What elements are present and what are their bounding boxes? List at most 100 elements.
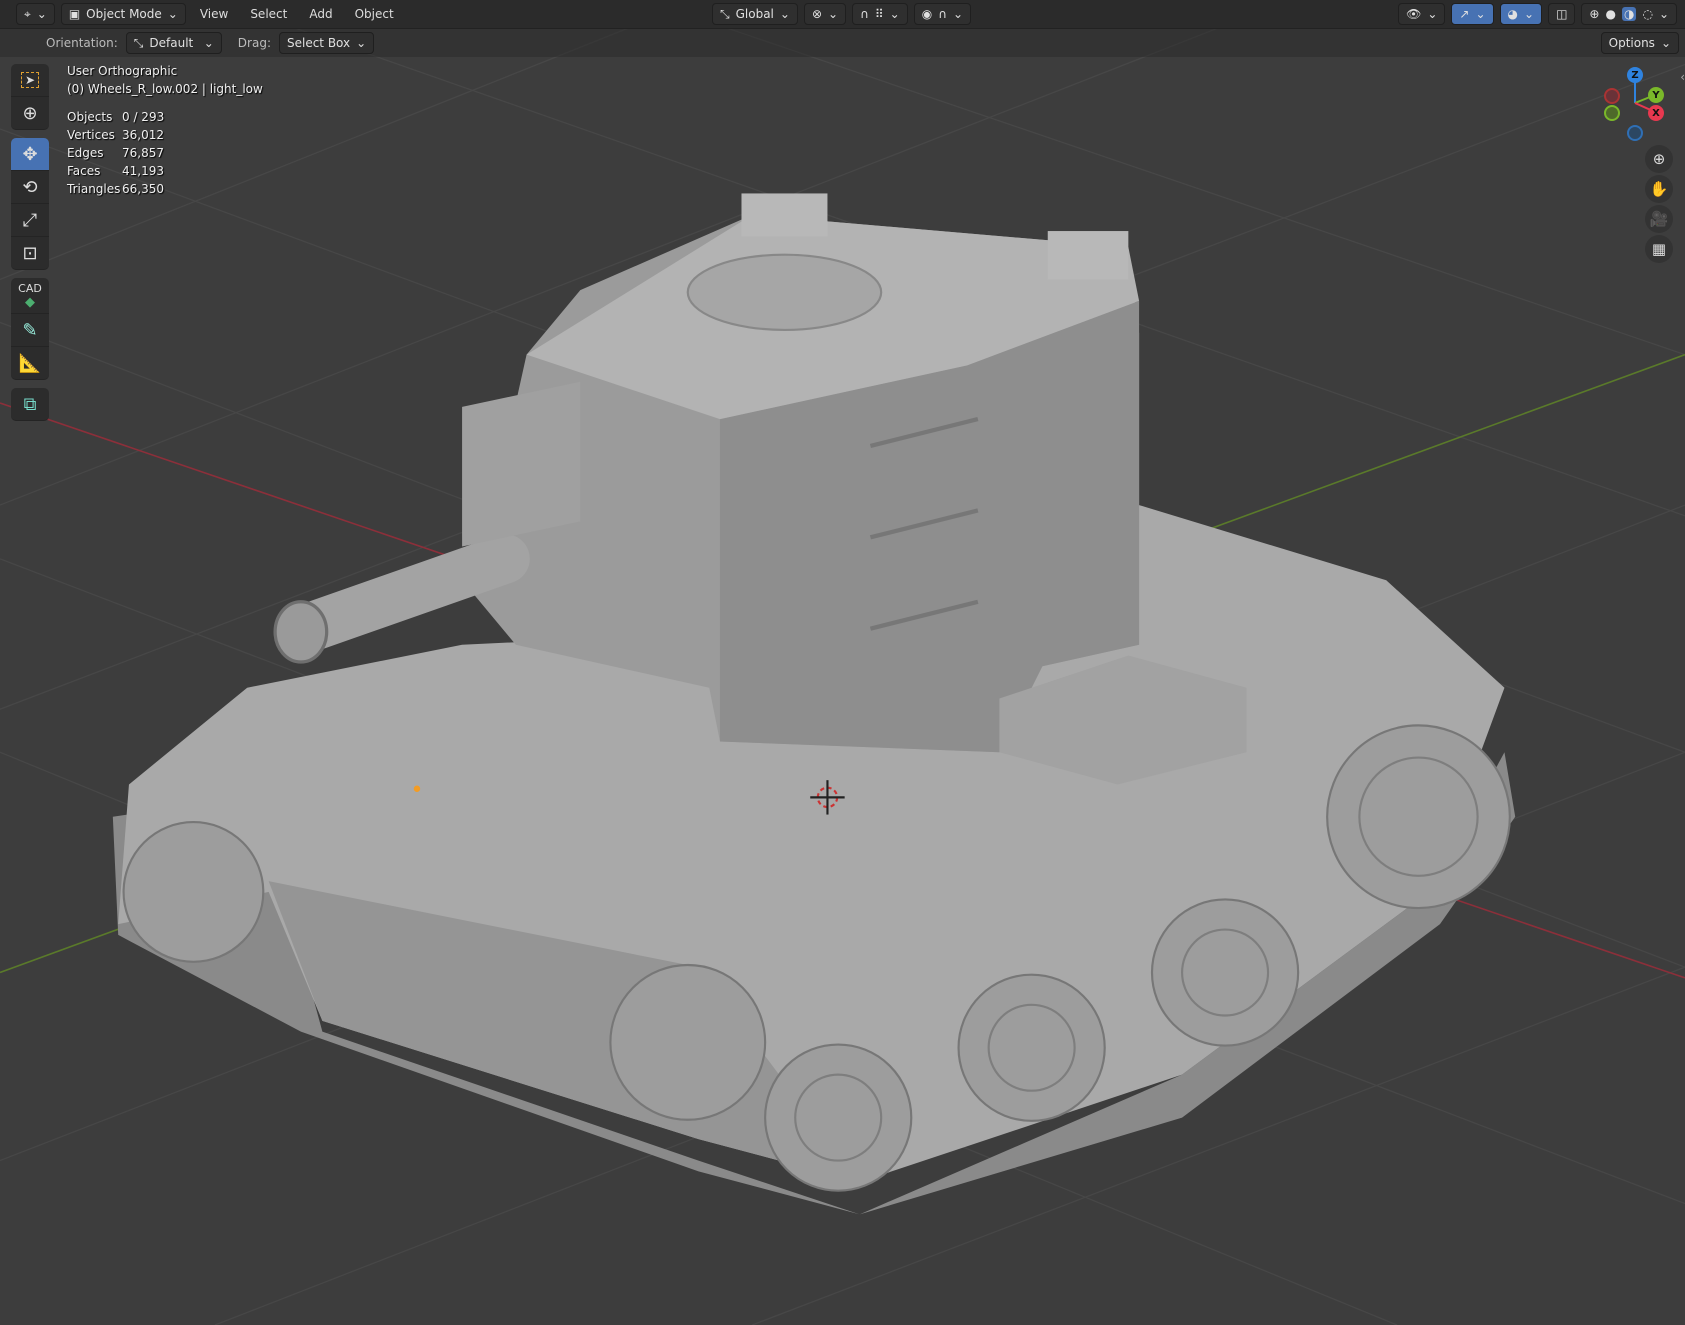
stat-label: Objects [67,110,113,124]
tool-scale[interactable]: ⤢ [11,204,49,237]
stat-label: Triangles [67,182,121,196]
camera-view-button[interactable]: 🎥 [1645,205,1673,233]
select-box-icon: ➤ [20,72,40,88]
ortho-toggle-button[interactable]: ▦ [1645,235,1673,263]
viewport-info-overlay: User Orthographic (0) Wheels_R_low.002 |… [67,62,263,198]
viewport-header: ⌖ ⌄ ▣ Object Mode ⌄ View Select Add Object … [0,0,1685,29]
xray-toggle[interactable]: ◫ [1548,3,1576,25]
orientation-dropdown[interactable]: ⤡ Default ⌄ [125,32,222,54]
transform-orientation-dropdown[interactable]: ⤡ Global ⌄ [712,3,798,25]
stat-value: 66,350 [122,182,164,196]
object-mode-icon: ▣ [68,7,81,21]
mode-label: Object Mode [86,7,162,21]
sidebar-toggle-arrow[interactable]: ‹ [1680,70,1685,84]
proportional-icon: ◉ [921,7,933,21]
orientation-label: Orientation: [46,36,118,50]
rotate-icon: ⟲ [22,176,38,198]
orientation-icon: ⤡ [720,6,730,21]
view-name: User Orthographic [67,64,178,78]
tool-move[interactable]: ✥ [11,138,49,171]
navigation-gizmo[interactable]: Z Y X [1600,65,1670,145]
visibility-dropdown[interactable]: 👁 ⌄ [1398,3,1446,25]
stat-label: Edges [67,146,104,160]
gizmo-z-axis[interactable]: Z [1627,67,1643,83]
transform-icon: ⊡ [22,242,38,264]
drag-label: Drag: [237,36,271,50]
viewport-icon: ⌖ [24,6,31,21]
menu-view[interactable]: View [192,7,236,21]
move-icon: ✥ [22,143,38,165]
add-cube-icon: ⧉ [23,393,37,415]
drag-dropdown[interactable]: Select Box ⌄ [278,32,375,54]
hand-icon: ✋ [1649,180,1669,198]
orientation-dropdown-value: Default [149,36,194,50]
3d-viewport[interactable] [0,0,1685,1325]
snap-grid-icon: ⠿ [874,7,884,21]
stat-label: Vertices [67,128,115,142]
tool-annotate[interactable]: ✎ [11,314,49,347]
solid-shading-icon[interactable]: ● [1605,7,1615,21]
tool-select-box[interactable]: ➤ [11,64,49,97]
gizmo-y-axis[interactable]: Y [1648,87,1664,103]
magnet-icon: ∩ [860,7,869,21]
gizmo-icon: ↗ [1459,7,1470,21]
cursor-icon: ⊕ [22,102,38,124]
tool-rotate[interactable]: ⟲ [11,171,49,204]
drag-value: Select Box [286,36,351,50]
menu-select[interactable]: Select [242,7,295,21]
toolbar: ➤ ⊕ ✥ ⟲ ⤢ ⊡ CAD ◆ ✎ 📐 ⧉ [11,64,49,429]
stat-value: 41,193 [122,164,164,178]
zoom-view-button[interactable]: ⊕ [1645,145,1673,173]
gizmo-neg-y-axis[interactable] [1604,105,1620,121]
options-label: Options [1608,36,1655,50]
options-dropdown[interactable]: Options ⌄ [1600,32,1679,54]
pivot-point-dropdown[interactable]: ⊗ ⌄ [803,3,847,25]
wireframe-shading-icon[interactable]: ⊕ [1589,7,1599,21]
material-shading-icon[interactable]: ◑ [1621,7,1637,21]
orientation-value: Global [735,7,774,21]
tool-cursor[interactable]: ⊕ [11,97,49,130]
stat-value: 76,857 [122,146,164,160]
gizmo-neg-x-axis[interactable] [1604,88,1620,104]
cad-label: CAD [18,281,42,295]
zoom-magnifier-icon: ⊕ [1652,150,1666,168]
scale-icon: ⤢ [22,209,38,231]
rendered-shading-icon[interactable]: ◌ [1642,7,1652,21]
tool-add-cube[interactable]: ⧉ [11,388,49,421]
menu-add[interactable]: Add [301,7,340,21]
annotate-pencil-icon: ✎ [22,319,38,341]
stat-label: Faces [67,164,101,178]
cad-cube-icon: ◆ [25,294,35,310]
editor-type-button[interactable]: ⌖ ⌄ [16,3,55,25]
orientation-axes-icon: ⤡ [133,35,144,50]
gizmo-x-axis[interactable]: X [1648,105,1664,121]
camera-icon: 🎥 [1649,210,1669,228]
gizmo-toggle[interactable]: ↗ ⌄ [1451,3,1494,25]
overlays-toggle[interactable]: ◕ ⌄ [1499,3,1543,25]
tool-measure[interactable]: 📐 [11,347,49,380]
active-object-label: (0) Wheels_R_low.002 | light_low [67,82,263,96]
pan-view-button[interactable]: ✋ [1645,175,1673,203]
shading-modes[interactable]: ⊕ ● ◑ ◌ ⌄ [1581,3,1677,25]
snap-toggle[interactable]: ∩ ⠿ ⌄ [852,3,908,25]
object-origin [413,785,421,792]
menu-object[interactable]: Object [347,7,402,21]
mode-selector[interactable]: ▣ Object Mode ⌄ [60,3,186,25]
tool-settings-header: Orientation: ⤡ Default ⌄ Drag: Select Box ⌄… [0,29,1685,57]
falloff-icon: ∩ [938,7,948,21]
eye-icon: 👁 [1406,7,1422,21]
xray-icon: ◫ [1556,7,1568,21]
stat-value: 0 / 293 [122,110,165,124]
pivot-icon: ⊗ [811,7,823,21]
stat-value: 36,012 [122,128,164,142]
tank-gun [281,534,530,654]
gizmo-neg-z-axis[interactable] [1627,125,1643,141]
measure-ruler-icon: 📐 [18,352,42,374]
scene-statistics: Objects 0 / 293 Vertices 36,012 Edges 76,85… [67,108,263,198]
tool-cad-transform[interactable]: CAD ◆ [11,278,49,314]
tool-transform[interactable]: ⊡ [11,237,49,270]
tank-model[interactable] [112,193,1516,1215]
overlays-icon: ◕ [1507,7,1519,21]
grid-icon: ▦ [1651,240,1667,258]
proportional-editing-toggle[interactable]: ◉ ∩ ⌄ [913,3,972,25]
